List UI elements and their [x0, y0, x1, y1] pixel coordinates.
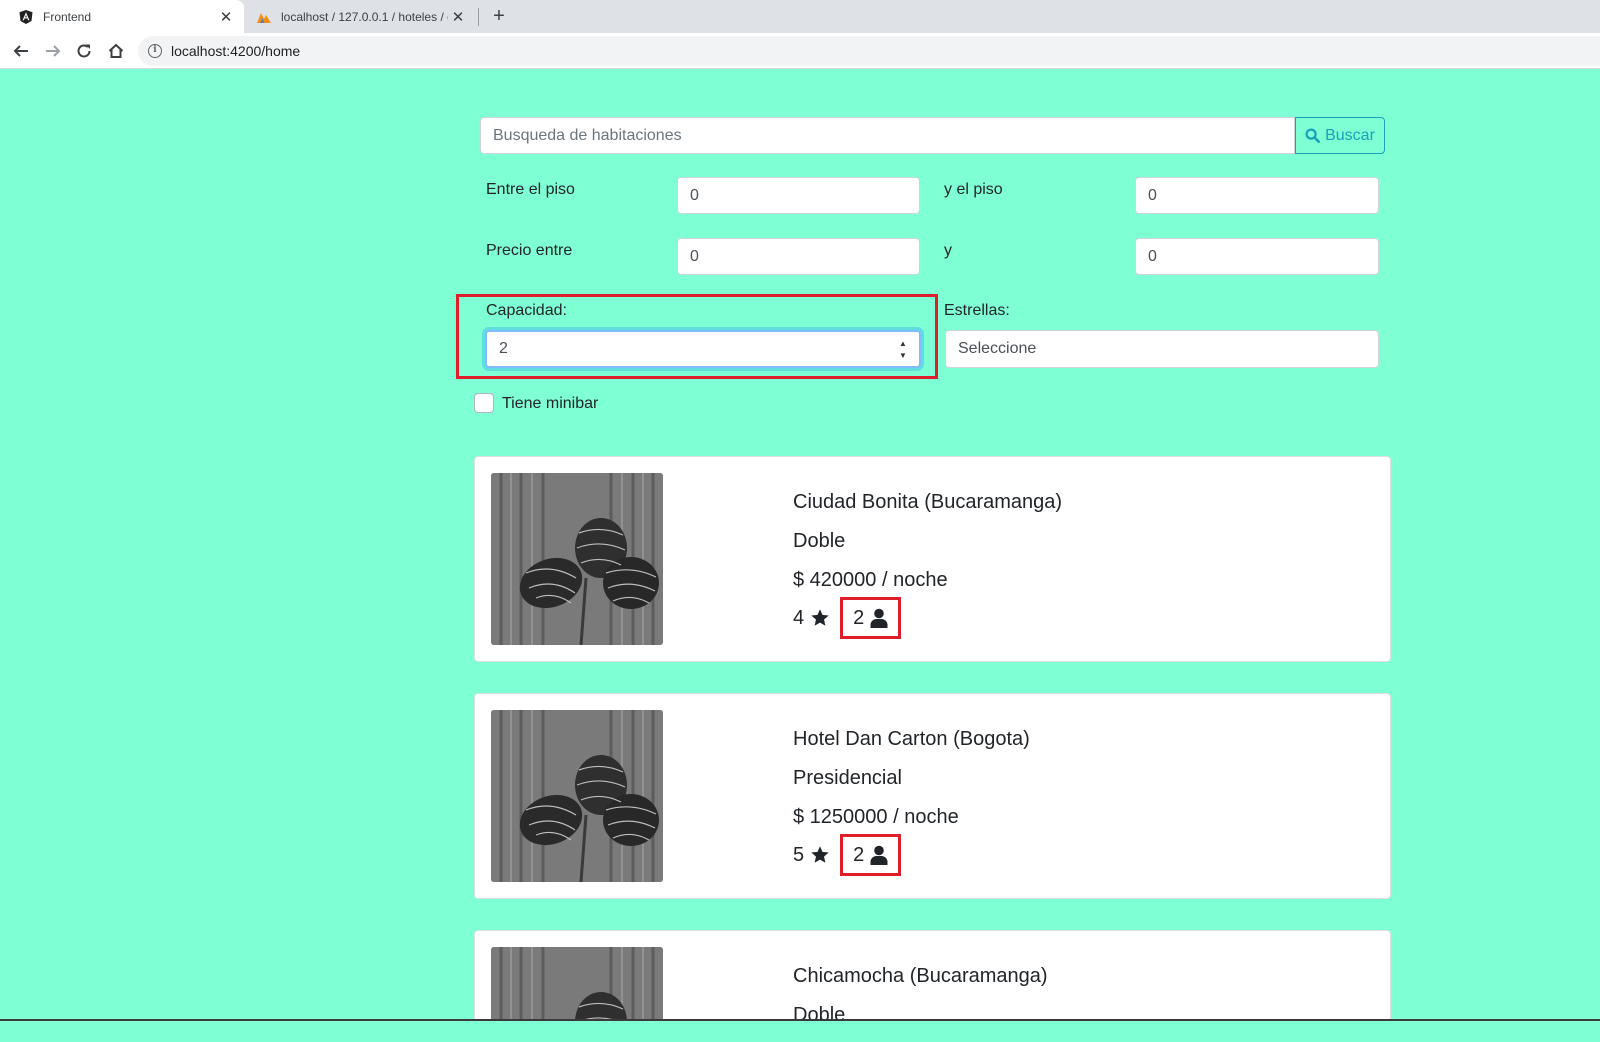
room-image — [491, 473, 663, 645]
tab-title: Frontend — [43, 9, 92, 24]
room-stars-count: 5 — [793, 843, 805, 866]
room-card[interactable]: Ciudad Bonita (Bucaramanga) Doble $ 4200… — [474, 456, 1391, 662]
price-to-value: 0 — [1148, 247, 1157, 265]
forward-arrow-icon[interactable] — [42, 40, 64, 62]
room-price: $ 1250000 / noche — [793, 806, 959, 828]
tab-separator — [478, 8, 479, 26]
minibar-checkbox[interactable] — [474, 393, 494, 413]
room-stars: 5 — [793, 844, 830, 867]
search-button-label: Buscar — [1325, 126, 1375, 144]
capacity-value: 2 — [499, 340, 508, 357]
address-bar[interactable]: i localhost:4200/home — [138, 36, 1600, 66]
room-search-input[interactable] — [480, 117, 1295, 154]
room-capacity-highlight: 2 — [840, 834, 902, 876]
close-tab-icon[interactable]: ✕ — [448, 7, 468, 27]
price-from-label: Precio entre — [486, 242, 573, 259]
search-icon — [1305, 128, 1320, 143]
capacity-label: Capacidad: — [486, 302, 567, 319]
home-icon[interactable] — [105, 40, 127, 62]
stars-select-value: Seleccione — [958, 340, 1037, 357]
site-info-icon[interactable]: i — [148, 44, 162, 58]
angular-logo-icon — [18, 9, 34, 25]
back-arrow-icon[interactable] — [10, 40, 32, 62]
room-stars-count: 4 — [793, 606, 805, 629]
room-price: $ 420000 / noche — [793, 569, 948, 591]
room-meta: 5 2 — [793, 834, 902, 876]
spinner-up-icon[interactable]: ▲ — [899, 339, 907, 349]
floor-to-value: 0 — [1148, 186, 1157, 204]
price-to-label: y — [944, 242, 952, 259]
stars-select[interactable]: Seleccione — [945, 330, 1379, 368]
phpmyadmin-logo-icon — [256, 9, 272, 25]
stars-label: Estrellas: — [944, 302, 1010, 319]
browser-tab-bar: Frontend ✕ localhost / 127.0.0.1 / hotel… — [0, 0, 1600, 33]
spinner-down-icon[interactable]: ▼ — [899, 351, 907, 361]
room-hotel-name: Chicamocha (Bucaramanga) — [793, 965, 1048, 987]
price-from-input[interactable]: 0 — [677, 238, 920, 275]
capacity-number-input[interactable]: 2 ▲ ▼ — [485, 330, 921, 368]
room-stars: 4 — [793, 607, 830, 630]
floor-from-label: Entre el piso — [486, 181, 575, 198]
room-hotel-name: Hotel Dan Carton (Bogota) — [793, 728, 1030, 750]
room-capacity-count: 2 — [853, 606, 865, 629]
new-tab-icon[interactable]: + — [488, 5, 510, 27]
room-type: Presidencial — [793, 767, 902, 789]
reload-icon[interactable] — [73, 40, 95, 62]
floor-from-value: 0 — [690, 186, 699, 204]
price-from-value: 0 — [690, 247, 699, 265]
room-meta: 4 2 — [793, 597, 902, 639]
price-to-input[interactable]: 0 — [1135, 238, 1379, 275]
address-url: localhost:4200/home — [171, 43, 301, 59]
room-type: Doble — [793, 530, 846, 552]
browser-tab-frontend[interactable]: Frontend ✕ — [0, 0, 244, 33]
room-card[interactable]: Hotel Dan Carton (Bogota) Presidencial $… — [474, 693, 1391, 899]
floor-to-label: y el piso — [944, 181, 1003, 198]
floor-to-input[interactable]: 0 — [1135, 177, 1379, 214]
tab-title: localhost / 127.0.0.1 / hoteles / c — [281, 9, 448, 24]
close-tab-icon[interactable]: ✕ — [216, 7, 236, 27]
room-hotel-name: Ciudad Bonita (Bucaramanga) — [793, 491, 1063, 513]
browser-tab-phpmyadmin[interactable]: localhost / 127.0.0.1 / hoteles / c ✕ — [248, 0, 476, 33]
minibar-label: Tiene minibar — [502, 395, 599, 412]
star-icon — [811, 846, 829, 863]
page-bottom-edge — [0, 1019, 1600, 1042]
room-image — [491, 710, 663, 882]
star-icon — [811, 609, 829, 626]
search-button[interactable]: Buscar — [1295, 117, 1385, 154]
user-icon — [870, 608, 888, 628]
user-icon — [870, 845, 888, 865]
room-capacity-highlight: 2 — [840, 597, 902, 639]
room-capacity-count: 2 — [853, 843, 865, 866]
browser-toolbar: i localhost:4200/home — [0, 33, 1600, 69]
capacity-spinner[interactable]: ▲ ▼ — [897, 339, 909, 361]
floor-from-input[interactable]: 0 — [677, 177, 920, 214]
